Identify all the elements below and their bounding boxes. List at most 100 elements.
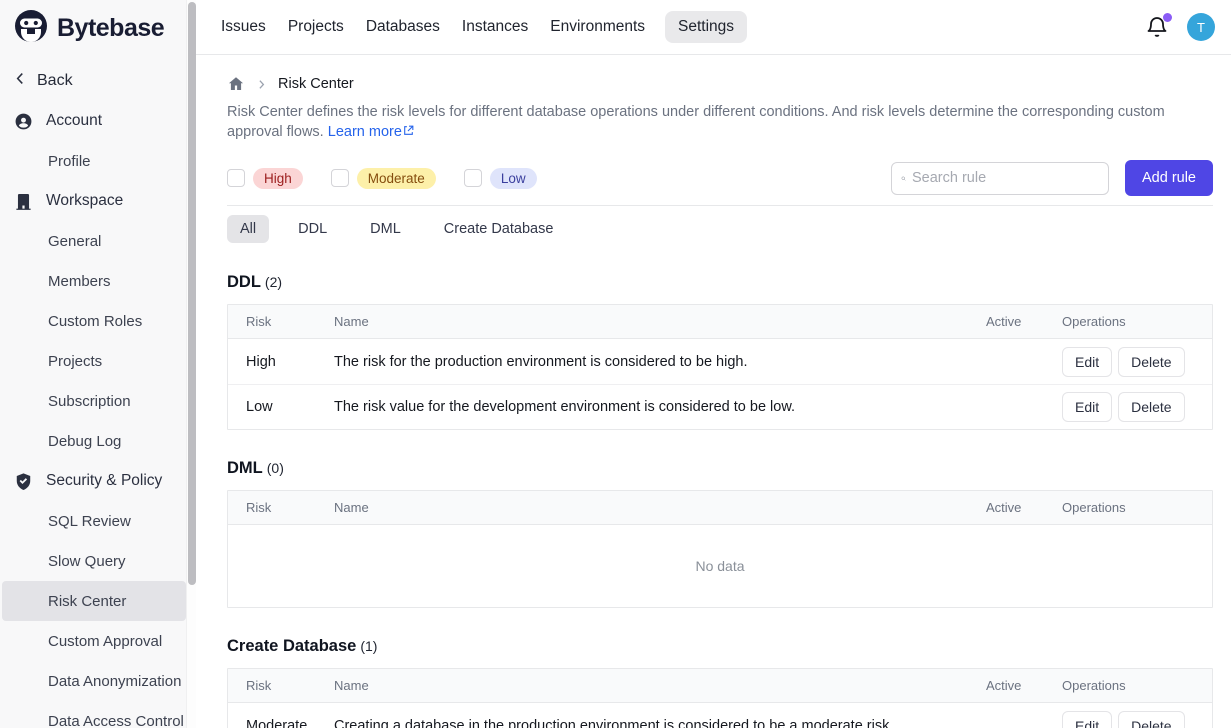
sidebar-item-data-access-control[interactable]: Data Access Control	[2, 701, 186, 728]
sidebar-rows: Back Account Profile Workspace General M…	[0, 55, 196, 728]
sidebar-item-label: Data Anonymization	[48, 673, 181, 690]
sidebar-item-general[interactable]: General	[2, 221, 186, 261]
risk-level-checkbox[interactable]	[227, 169, 245, 187]
sidebar-section-header[interactable]: Security & Policy	[0, 461, 196, 501]
topnav-item-issues[interactable]: Issues	[219, 11, 268, 43]
search-icon	[901, 171, 906, 186]
risk-level-checkbox[interactable]	[331, 169, 349, 187]
sidebar-section-header[interactable]: Workspace	[0, 181, 196, 221]
column-name: Name	[334, 500, 986, 515]
delete-button[interactable]: Delete	[1118, 711, 1184, 728]
external-link-icon	[402, 124, 415, 140]
tab-dml[interactable]: DML	[356, 215, 415, 243]
sidebar-item-profile[interactable]: Profile	[2, 141, 186, 181]
table-header-row: Risk Name Active Operations	[228, 491, 1212, 525]
sidebar-section-label: Workspace	[46, 192, 123, 210]
notification-bell-button[interactable]	[1145, 15, 1169, 39]
risk-level-checkbox[interactable]	[464, 169, 482, 187]
avatar[interactable]: T	[1187, 13, 1215, 41]
delete-button[interactable]: Delete	[1118, 347, 1184, 377]
empty-state: No data	[228, 525, 1212, 607]
rule-table: Risk Name Active Operations High The ris…	[227, 304, 1213, 430]
edit-button[interactable]: Edit	[1062, 392, 1112, 422]
learn-more-link[interactable]: Learn more	[328, 124, 415, 140]
sidebar-item-label: Custom Approval	[48, 633, 162, 650]
column-operations: Operations	[1062, 500, 1212, 515]
sidebar-section-header[interactable]: Account	[0, 101, 196, 141]
add-rule-button[interactable]: Add rule	[1125, 160, 1213, 196]
sidebar-item-label: General	[48, 233, 101, 250]
settings-sidebar: Bytebase Back Account Profile Workspace …	[0, 0, 196, 728]
tab-create-database[interactable]: Create Database	[430, 215, 568, 243]
sidebar-sections: Account Profile Workspace General Member…	[0, 101, 196, 728]
sidebar-item-subscription[interactable]: Subscription	[2, 381, 186, 421]
rule-section-count: (1)	[360, 638, 377, 654]
rule-risk: Low	[228, 399, 334, 415]
sidebar-item-slow-query[interactable]: Slow Query	[2, 541, 186, 581]
risk-level-filter-high[interactable]: High	[227, 168, 303, 189]
rule-section-heading: DDL(2)	[227, 266, 1213, 294]
home-icon[interactable]	[227, 75, 245, 93]
breadcrumb: Risk Center	[227, 75, 1213, 93]
chevron-left-icon	[12, 70, 29, 92]
back-button[interactable]: Back	[0, 61, 196, 101]
sidebar-item-custom-roles[interactable]: Custom Roles	[2, 301, 186, 341]
topnav-item-projects[interactable]: Projects	[286, 11, 346, 43]
rule-row: High The risk for the production environ…	[228, 339, 1212, 384]
rule-table: Risk Name Active Operations No data	[227, 490, 1213, 608]
sidebar-item-risk-center[interactable]: Risk Center	[2, 581, 186, 621]
main-area: Issues Projects Databases Instances Environm…	[196, 0, 1231, 728]
table-body: No data	[228, 525, 1212, 607]
column-name: Name	[334, 678, 986, 693]
search-rule-input[interactable]	[912, 170, 1099, 186]
sidebar-item-label: Profile	[48, 153, 91, 170]
filter-right: Add rule	[891, 160, 1213, 196]
tab-ddl[interactable]: DDL	[284, 215, 341, 243]
user-icon	[14, 112, 33, 131]
risk-level-filter-moderate[interactable]: Moderate	[331, 168, 436, 189]
column-risk: Risk	[228, 500, 334, 515]
topnav-item-instances[interactable]: Instances	[460, 11, 530, 43]
toggle-knob	[968, 409, 984, 425]
topnav-item-environments[interactable]: Environments	[548, 11, 647, 43]
rule-section-count: (2)	[265, 274, 282, 290]
sidebar-scrollbar-thumb[interactable]	[188, 2, 196, 585]
sidebar-section: Security & Policy SQL Review Slow Query …	[0, 461, 196, 728]
search-rule-box	[891, 162, 1109, 195]
risk-level-filter-low[interactable]: Low	[464, 168, 537, 189]
sidebar-item-label: Projects	[48, 353, 102, 370]
rule-section-heading: DML(0)	[227, 452, 1213, 480]
sidebar-section-label: Security & Policy	[46, 472, 162, 490]
rule-name: Creating a database in the production en…	[334, 718, 986, 728]
sidebar-item-custom-approval[interactable]: Custom Approval	[2, 621, 186, 661]
delete-button[interactable]: Delete	[1118, 392, 1184, 422]
sidebar-item-data-anonymization[interactable]: Data Anonymization	[2, 661, 186, 701]
edit-button[interactable]: Edit	[1062, 711, 1112, 728]
rule-section-title: Create Database	[227, 637, 356, 655]
rule-row: Moderate Creating a database in the prod…	[228, 703, 1212, 728]
rule-table: Risk Name Active Operations Moderate Cre…	[227, 668, 1213, 728]
sidebar-item-sql-review[interactable]: SQL Review	[2, 501, 186, 541]
edit-button[interactable]: Edit	[1062, 347, 1112, 377]
sidebar-section-label: Account	[46, 112, 102, 130]
topnav-right: T	[1145, 13, 1215, 41]
topnav-item-settings[interactable]: Settings	[665, 11, 747, 43]
sidebar-scrollbar[interactable]	[186, 0, 196, 728]
table-header-row: Risk Name Active Operations	[228, 669, 1212, 703]
brand-name: Bytebase	[57, 14, 164, 43]
sidebar-item-label: Custom Roles	[48, 313, 142, 330]
tab-all[interactable]: All	[227, 215, 269, 243]
sidebar-item-members[interactable]: Members	[2, 261, 186, 301]
table-body: Moderate Creating a database in the prod…	[228, 703, 1212, 728]
row-operations: Edit Delete	[1062, 347, 1212, 377]
rule-risk: Moderate	[228, 718, 334, 728]
topnav-item-databases[interactable]: Databases	[364, 11, 442, 43]
rule-sections: DDL(2) Risk Name Active Operations High …	[227, 266, 1213, 728]
risk-level-filters: High Moderate Low	[227, 168, 537, 189]
back-label: Back	[37, 72, 73, 90]
sidebar-item-projects[interactable]: Projects	[2, 341, 186, 381]
brand-logo[interactable]: Bytebase	[0, 0, 196, 55]
breadcrumb-current: Risk Center	[278, 76, 354, 92]
sidebar-item-debug-log[interactable]: Debug Log	[2, 421, 186, 461]
rule-section-title: DDL	[227, 273, 261, 291]
